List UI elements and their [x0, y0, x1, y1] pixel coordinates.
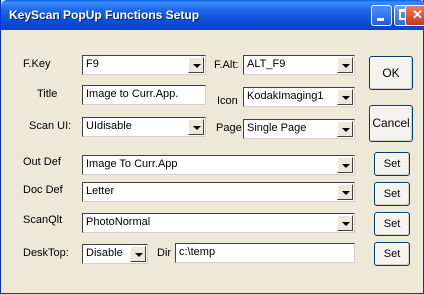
scan-ui-label: Scan UI:: [29, 120, 72, 132]
out-def-set-button[interactable]: Set: [374, 152, 410, 176]
close-icon: ✕: [412, 7, 423, 22]
setup-dialog: KeyScan PopUp Functions Setup ✕ F.Key F9…: [0, 0, 424, 294]
out-def-dropdown-arrow[interactable]: [337, 157, 353, 173]
chevron-down-icon: [193, 126, 201, 130]
dir-set-button[interactable]: Set: [374, 242, 410, 266]
falt-value: ALT_F9: [247, 58, 286, 70]
scan-qlt-select[interactable]: PhotoNormal: [82, 213, 355, 233]
dir-label: Dir: [157, 247, 172, 259]
scan-qlt-dropdown-arrow[interactable]: [337, 215, 353, 231]
desktop-select[interactable]: Disable: [82, 244, 148, 264]
falt-label: F.Alt:: [214, 59, 239, 71]
icon-label: Icon: [217, 95, 238, 107]
doc-def-dropdown-arrow[interactable]: [337, 184, 353, 200]
scan-qlt-set-button[interactable]: Set: [374, 212, 410, 236]
scan-ui-dropdown-arrow[interactable]: [188, 119, 204, 135]
scan-qlt-value: PhotoNormal: [86, 216, 151, 228]
chevron-down-icon: [342, 64, 350, 68]
chevron-down-icon: [135, 253, 143, 257]
title-input[interactable]: Image to Curr.App.: [82, 85, 206, 105]
icon-dropdown-arrow[interactable]: [337, 89, 353, 105]
doc-def-select[interactable]: Letter: [82, 182, 355, 202]
minimize-icon: [377, 18, 384, 21]
fkey-label: F.Key: [23, 58, 51, 70]
chevron-down-icon: [193, 64, 201, 68]
close-button[interactable]: ✕: [405, 5, 424, 26]
cancel-button[interactable]: Cancel: [369, 105, 413, 142]
out-def-label: Out Def: [23, 156, 61, 168]
out-def-value: Image To Curr.App: [86, 158, 178, 170]
icon-select[interactable]: KodakImaging1: [243, 87, 355, 107]
doc-def-set-button[interactable]: Set: [374, 182, 410, 206]
chevron-down-icon: [342, 191, 350, 195]
desktop-label: DeskTop:: [23, 247, 69, 259]
dir-input[interactable]: c:\temp: [175, 243, 355, 263]
doc-def-label: Doc Def: [23, 184, 63, 196]
page-value: Single Page: [247, 122, 307, 134]
fkey-dropdown-arrow[interactable]: [188, 57, 204, 73]
chevron-down-icon: [342, 222, 350, 226]
out-def-select[interactable]: Image To Curr.App: [82, 155, 355, 175]
ok-button[interactable]: OK: [369, 56, 413, 90]
chevron-down-icon: [342, 96, 350, 100]
scan-qlt-label: ScanQlt: [23, 214, 63, 226]
window-title: KeyScan PopUp Functions Setup: [9, 8, 200, 22]
chevron-down-icon: [342, 128, 350, 132]
doc-def-value: Letter: [86, 185, 115, 197]
page-select[interactable]: Single Page: [243, 119, 355, 139]
page-dropdown-arrow[interactable]: [337, 121, 353, 137]
falt-select[interactable]: ALT_F9: [243, 55, 355, 75]
minimize-button[interactable]: [371, 5, 392, 26]
falt-dropdown-arrow[interactable]: [337, 57, 353, 73]
scan-ui-select[interactable]: UIdisable: [82, 117, 206, 137]
title-label: Title: [37, 88, 58, 100]
scan-ui-value: UIdisable: [86, 120, 132, 132]
chevron-down-icon: [342, 164, 350, 168]
fkey-select[interactable]: F9: [82, 55, 206, 75]
desktop-value: Disable: [86, 247, 123, 259]
desktop-dropdown-arrow[interactable]: [130, 246, 146, 262]
page-label: Page: [216, 122, 242, 134]
title-bar[interactable]: KeyScan PopUp Functions Setup ✕: [1, 0, 424, 30]
icon-value: KodakImaging1: [247, 90, 324, 102]
fkey-value: F9: [86, 58, 99, 70]
